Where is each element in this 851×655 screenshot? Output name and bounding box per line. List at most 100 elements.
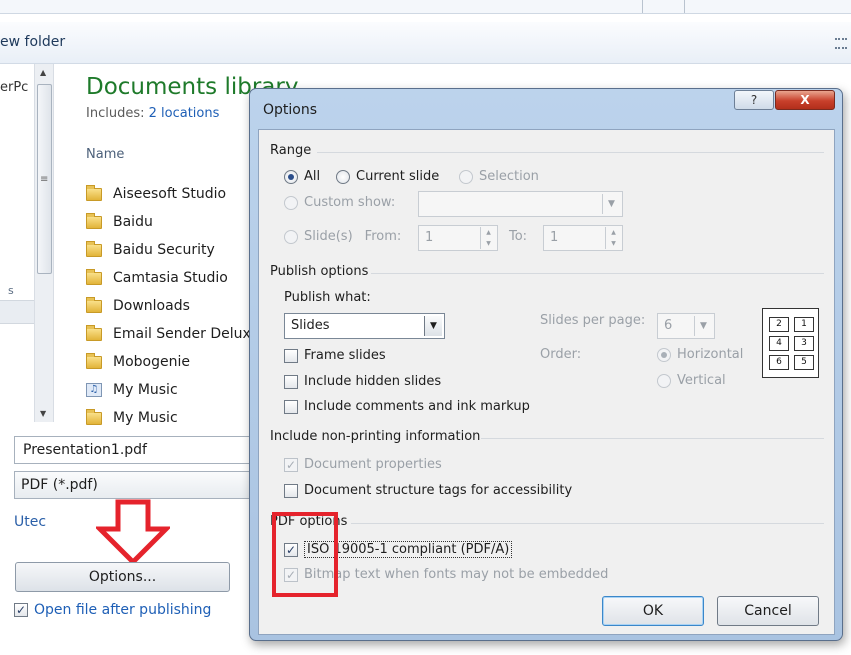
custom-show-option: Custom show:	[284, 195, 395, 210]
file-name-input[interactable]: Presentation1.pdf	[14, 436, 254, 464]
scroll-up-icon[interactable]: ▲	[40, 68, 46, 77]
open-after-publishing-label: Open file after publishing	[34, 602, 212, 618]
highlight-annotation	[272, 512, 338, 597]
nav-item[interactable]: s	[8, 284, 14, 297]
nav-scrollbar[interactable]: ▲ ≡ ▼	[34, 64, 54, 422]
chevron-down-icon[interactable]: ▼	[424, 316, 442, 336]
include-hidden-slides-checkbox[interactable]	[284, 374, 298, 389]
include-comments-label: Include comments and ink markup	[304, 399, 530, 414]
current-slide-radio[interactable]	[336, 169, 350, 184]
column-header-name[interactable]: Name	[86, 147, 124, 162]
view-options-icon[interactable]	[835, 38, 847, 49]
include-comments-checkbox[interactable]	[284, 399, 298, 414]
document-properties-checkbox	[284, 457, 298, 472]
slides-per-page-label: Slides per page:	[540, 313, 646, 328]
order-cell: 5	[794, 355, 814, 370]
chevron-down-icon: ▼	[694, 316, 712, 336]
order-cell: 3	[794, 336, 814, 351]
publish-what-value: Slides	[291, 318, 330, 333]
custom-show-select: ▼	[418, 191, 623, 217]
include-hidden-slides-option[interactable]: Include hidden slides	[284, 374, 441, 389]
order-vertical-label: Vertical	[677, 373, 726, 388]
range-all-option[interactable]: All	[284, 169, 320, 184]
list-item[interactable]: Email Sender Deluxe	[86, 320, 259, 348]
toolbar: ew folder	[0, 22, 851, 64]
bitmap-text-label: Bitmap text when fonts may not be embedd…	[304, 567, 609, 582]
slides-range-radio	[284, 229, 298, 244]
help-button[interactable]: ?	[734, 90, 774, 110]
range-all-radio[interactable]	[284, 169, 298, 184]
list-item[interactable]: Baidu	[86, 208, 259, 236]
close-button[interactable]: X	[775, 90, 835, 110]
list-item[interactable]: Camtasia Studio	[86, 264, 259, 292]
file-type-select[interactable]: PDF (*.pdf)	[14, 471, 254, 499]
folder-icon	[86, 268, 102, 285]
open-after-publishing[interactable]: Open file after publishing	[14, 602, 211, 618]
nav-item[interactable]: erPc	[0, 80, 28, 95]
custom-show-radio	[284, 195, 298, 210]
options-dialog: Options ? X Range All Current slide Sele…	[249, 88, 843, 641]
folder-icon	[86, 296, 102, 313]
from-spinner: 1 ▲ ▼	[418, 225, 498, 251]
folder-icon	[86, 240, 102, 257]
list-item[interactable]: Baidu Security	[86, 236, 259, 264]
document-structure-checkbox[interactable]	[284, 483, 298, 498]
list-item-label: My Music	[113, 410, 178, 426]
list-item[interactable]: My Music	[86, 404, 259, 432]
list-item-label: Aiseesoft Studio	[113, 186, 227, 202]
order-horizontal-radio	[657, 347, 671, 362]
locations-link[interactable]: 2 locations	[149, 106, 220, 121]
frame-slides-option[interactable]: Frame slides	[284, 348, 386, 363]
list-item-label: My Music	[113, 382, 178, 398]
ok-button[interactable]: OK	[602, 596, 704, 626]
page-order-preview: 2 1 4 3 6 5	[762, 308, 819, 378]
utec-label: Utec	[14, 514, 47, 530]
red-arrow-icon	[96, 499, 170, 565]
order-label: Order:	[540, 347, 582, 362]
list-item[interactable]: Downloads	[86, 292, 259, 320]
file-list: Aiseesoft Studio Baidu Baidu Security Camta…	[86, 180, 259, 432]
new-folder-button[interactable]: ew folder	[0, 34, 65, 50]
divider	[351, 523, 824, 524]
document-properties-label: Document properties	[304, 457, 442, 472]
options-button[interactable]: Options...	[15, 562, 230, 592]
top-strip	[0, 0, 851, 14]
list-item[interactable]: ♫ My Music	[86, 376, 259, 404]
slides-per-page-value: 6	[664, 318, 673, 333]
order-horizontal-label: Horizontal	[677, 347, 744, 362]
order-cell: 6	[769, 355, 789, 370]
slides-per-page-select: 6 ▼	[657, 313, 715, 339]
folder-icon	[86, 324, 102, 341]
slides-range-option: Slide(s) From:	[284, 229, 401, 244]
divider	[317, 152, 824, 153]
open-after-publishing-checkbox[interactable]	[14, 603, 28, 617]
list-item[interactable]: Aiseesoft Studio	[86, 180, 259, 208]
to-spinner: 1 ▲ ▼	[543, 225, 623, 251]
publish-what-select[interactable]: Slides ▼	[284, 313, 445, 339]
include-comments-option[interactable]: Include comments and ink markup	[284, 399, 530, 414]
list-item-label: Baidu	[113, 214, 153, 230]
nav-divider	[0, 300, 34, 324]
divider	[371, 273, 824, 274]
list-item-label: Downloads	[113, 298, 190, 314]
divider	[642, 0, 643, 13]
document-structure-option[interactable]: Document structure tags for accessibilit…	[284, 483, 572, 498]
chevron-down-icon: ▼	[602, 194, 620, 214]
include-hidden-slides-label: Include hidden slides	[304, 374, 442, 389]
frame-slides-label: Frame slides	[304, 348, 386, 363]
dialog-title: Options	[263, 102, 318, 118]
list-item[interactable]: Mobogenie	[86, 348, 259, 376]
current-slide-label: Current slide	[356, 169, 440, 184]
order-vertical-radio	[657, 373, 671, 388]
library-includes: Includes: 2 locations	[86, 106, 219, 121]
list-item-label: Camtasia Studio	[113, 270, 228, 286]
folder-icon	[86, 408, 102, 425]
range-current-slide-option[interactable]: Current slide	[336, 169, 439, 184]
order-cell: 2	[769, 317, 789, 332]
selection-radio	[459, 169, 473, 184]
scroll-down-icon[interactable]: ▼	[40, 409, 46, 418]
cancel-button[interactable]: Cancel	[717, 596, 819, 626]
document-properties-option: Document properties	[284, 457, 442, 472]
non-printing-group-label: Include non-printing information	[270, 429, 481, 444]
frame-slides-checkbox[interactable]	[284, 348, 298, 363]
